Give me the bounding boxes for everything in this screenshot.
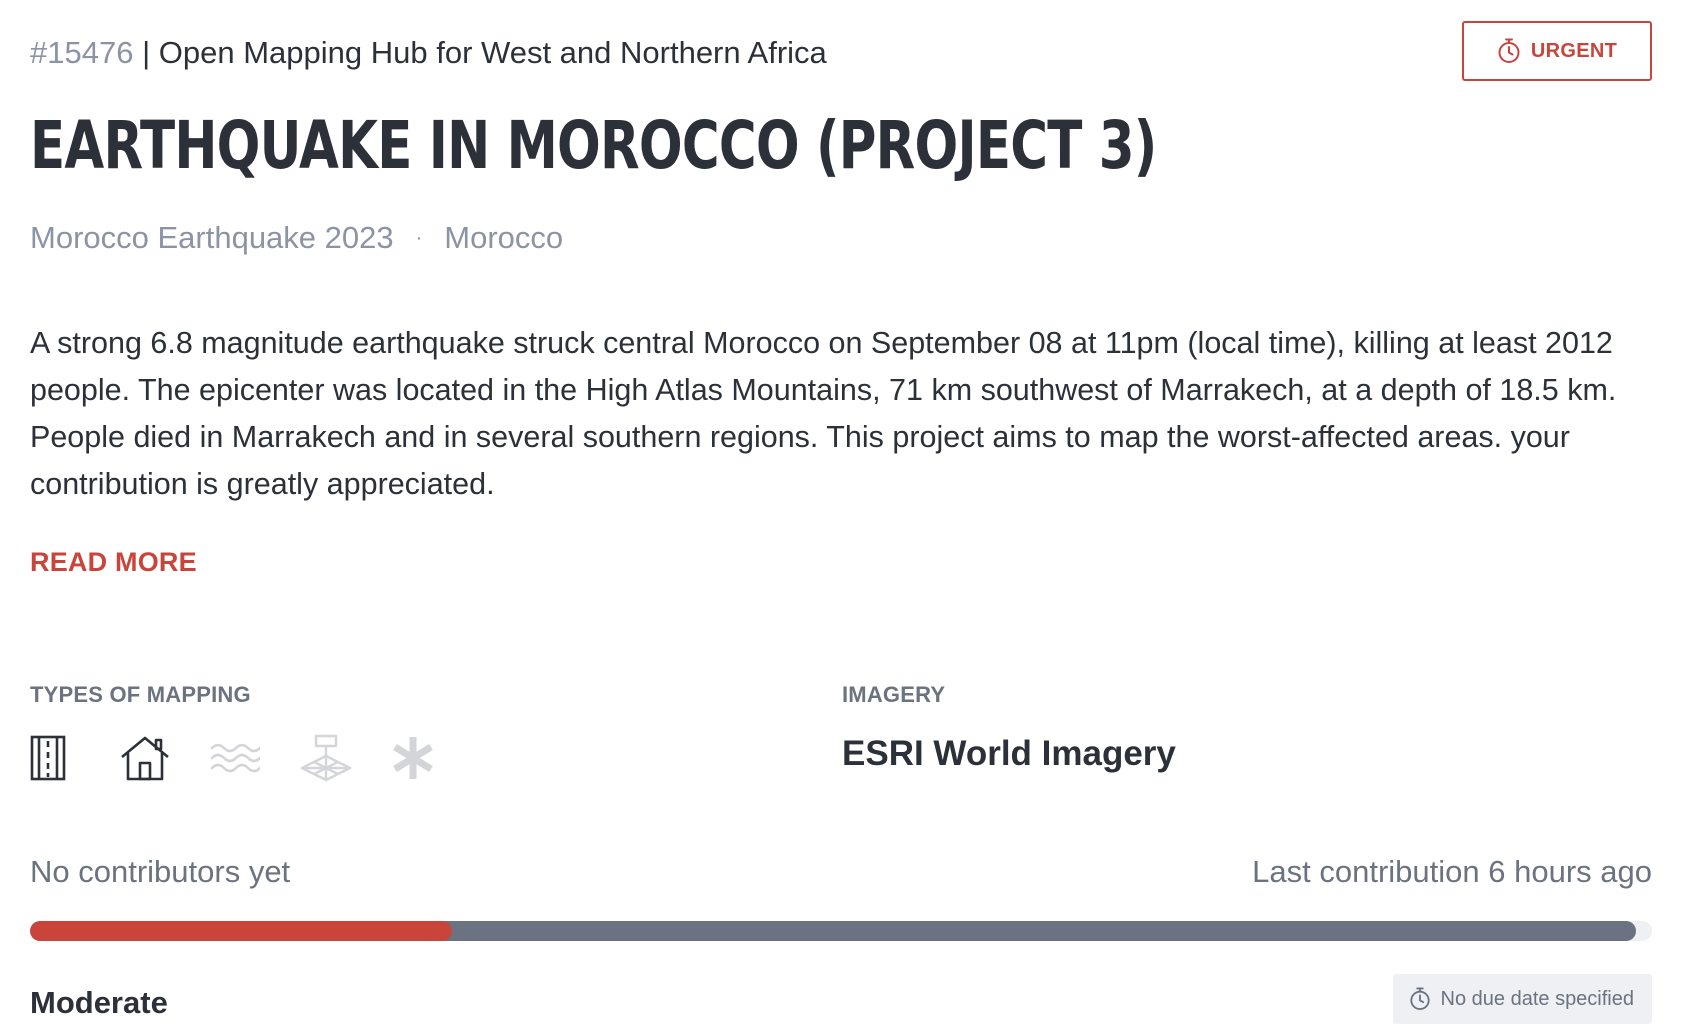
- organisation-name[interactable]: Open Mapping Hub for West and Northern A…: [159, 35, 827, 70]
- contributors-text: No contributors yet: [30, 854, 291, 889]
- timer-icon: [1409, 987, 1431, 1011]
- priority-badge: URGENT: [1462, 21, 1652, 81]
- asterisk-icon: [390, 730, 480, 786]
- read-more-link[interactable]: READ MORE: [30, 545, 197, 579]
- project-header: #15476 | Open Mapping Hub for West and N…: [30, 33, 827, 73]
- house-icon: [120, 730, 210, 786]
- due-date-badge: No due date specified: [1392, 974, 1652, 1024]
- road-icon: [30, 730, 120, 786]
- imagery-value: ESRI World Imagery: [842, 734, 1176, 773]
- priority-label: URGENT: [1530, 39, 1618, 62]
- project-subtitle: Morocco Earthquake 2023 · Morocco: [30, 218, 563, 258]
- mapping-types-label: TYPES OF MAPPING: [30, 682, 251, 707]
- project-id: #15476: [30, 35, 134, 70]
- progress-mapped-fill: [30, 921, 452, 941]
- waves-icon: [210, 730, 300, 786]
- subtitle-dot: ·: [415, 227, 423, 249]
- imagery-label: IMAGERY: [842, 682, 946, 707]
- land-use-icon: [300, 730, 390, 786]
- project-description: A strong 6.8 magnitude earthquake struck…: [30, 326, 1617, 501]
- project-title: EARTHQUAKE IN MOROCCO (PROJECT 3): [30, 107, 1157, 184]
- country-name[interactable]: Morocco: [444, 218, 563, 258]
- mapping-types-list: [30, 730, 480, 786]
- due-date-text: No due date specified: [1440, 987, 1634, 1010]
- header-separator: |: [142, 35, 151, 70]
- difficulty-level: Moderate: [30, 985, 168, 1020]
- progress-bar: [30, 921, 1652, 941]
- last-contribution-text: Last contribution 6 hours ago: [1252, 854, 1652, 889]
- timer-icon: [1497, 38, 1521, 64]
- campaign-name[interactable]: Morocco Earthquake 2023: [30, 218, 394, 258]
